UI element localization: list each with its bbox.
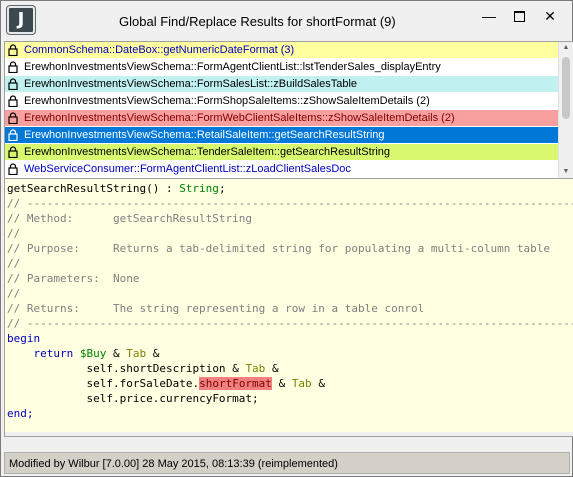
return-type: String [179,182,219,195]
result-row[interactable]: ErewhonInvestmentsViewSchema::RetailSale… [5,127,558,143]
scroll-right-arrow-icon[interactable]: ▶ [561,432,573,436]
status-bar: Modified by Wilbur [7.0.00] 28 May 2015,… [4,452,570,474]
lock-icon [8,44,18,56]
tab-constant: Tab [291,377,312,390]
comment-method: // Method: getSearchResultString [7,212,253,225]
lock-icon [8,112,18,124]
lock-icon [8,61,18,73]
result-label: ErewhonInvestmentsViewSchema::FormAgentC… [24,61,441,73]
lock-icon [8,163,18,175]
comment-parameters: // Parameters: None [7,272,140,285]
semicolon: ; [218,182,226,195]
close-button[interactable]: ✕ [536,5,564,27]
search-hit-highlight: shortFormat [199,377,272,390]
code-line-description: self.shortDescription [86,362,226,375]
comment-returns: // Returns: The string representing a ro… [7,302,425,315]
concat-operator: & [152,347,160,360]
result-row[interactable]: CommonSchema::DateBox::getNumericDateFor… [5,42,558,58]
tab-constant: Tab [245,362,266,375]
find-replace-results-window: J Global Find/Replace Results for shortF… [0,0,573,477]
result-label: ErewhonInvestmentsViewSchema::TenderSale… [24,146,391,158]
lock-icon [8,95,18,107]
title-bar: J Global Find/Replace Results for shortF… [1,1,572,39]
code-editor[interactable]: getSearchResultString() : String; // ---… [4,178,573,437]
window-title: Global Find/Replace Results for shortFor… [119,14,396,29]
concat-operator: & [278,377,286,390]
scroll-up-arrow-icon[interactable]: ▲ [559,42,573,54]
lock-icon [8,146,18,158]
comment-rule: // -------------------------------------… [7,197,573,210]
code-line-price: self.price.currencyFormat; [86,392,259,405]
result-label: ErewhonInvestmentsViewSchema::RetailSale… [24,129,385,141]
buy-variable: $Buy [79,347,107,360]
results-scroll-thumb[interactable] [562,57,570,119]
result-row[interactable]: ErewhonInvestmentsViewSchema::FormAgentC… [5,59,558,75]
code-line-forsaledate: self.forSaleDate. [86,377,200,390]
result-label: ErewhonInvestmentsViewSchema::FormSalesL… [24,78,358,90]
result-row[interactable]: WebServiceConsumer::FormAgentClientList:… [5,161,558,177]
maximize-icon [513,10,525,22]
result-label: ErewhonInvestmentsViewSchema::FormShopSa… [24,95,430,107]
begin-keyword: begin [7,332,41,345]
result-label: ErewhonInvestmentsViewSchema::FormWebCli… [24,112,455,124]
concat-operator: & [232,362,239,375]
comment-blank: // [7,287,21,300]
maximize-button[interactable] [505,5,533,27]
result-row[interactable]: ErewhonInvestmentsViewSchema::FormSalesL… [5,76,558,92]
comment-purpose: // Purpose: Returns a tab-delimited stri… [7,242,551,255]
end-keyword: end; [7,407,34,420]
return-keyword: return [33,347,74,360]
result-row[interactable]: ErewhonInvestmentsViewSchema::FormWebCli… [5,110,558,126]
tab-constant: Tab [126,347,147,360]
code-scroll-thumb[interactable] [17,436,139,437]
result-label: WebServiceConsumer::FormAgentClientList:… [24,163,351,175]
scroll-left-arrow-icon[interactable]: ◀ [5,432,17,436]
method-source: getSearchResultString() : String; // ---… [7,181,573,421]
results-list[interactable]: CommonSchema::DateBox::getNumericDateFor… [4,41,573,179]
concat-operator: & [318,377,325,390]
lock-icon [8,129,18,141]
concat-operator: & [113,347,120,360]
lock-icon [8,78,18,90]
result-row[interactable]: ErewhonInvestmentsViewSchema::FormShopSa… [5,93,558,109]
minimize-button[interactable]: — [475,5,503,27]
result-label: CommonSchema::DateBox::getNumericDateFor… [24,44,295,56]
result-row[interactable]: ErewhonInvestmentsViewSchema::TenderSale… [5,144,558,160]
comment-blank: // [7,257,21,270]
scroll-down-arrow-icon[interactable]: ▼ [559,166,573,178]
concat-operator: & [271,362,279,375]
comment-blank: // [7,227,21,240]
jade-app-icon[interactable]: J [6,5,36,35]
comment-rule: // -------------------------------------… [7,317,573,330]
results-vertical-scrollbar[interactable]: ▲ ▼ [558,42,573,178]
code-horizontal-scrollbar[interactable]: ◀ ▶ [5,432,573,437]
method-signature: getSearchResultString() : [7,182,180,195]
